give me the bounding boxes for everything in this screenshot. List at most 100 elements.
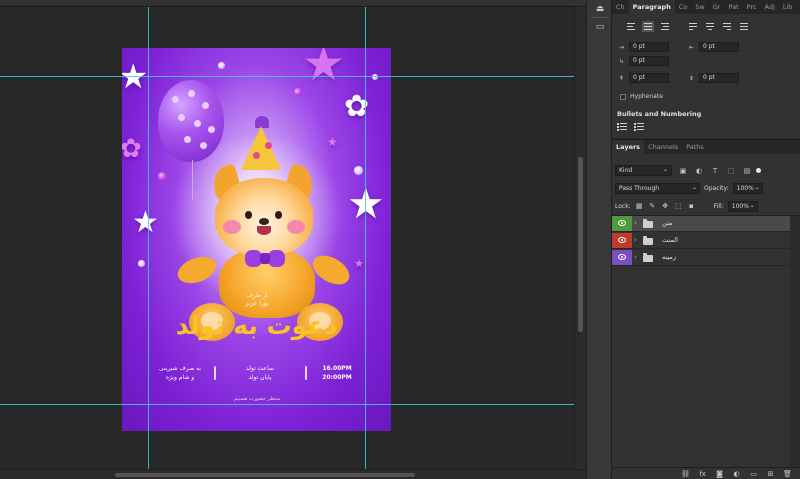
tab-layers[interactable]: Layers: [612, 140, 645, 154]
lock-image-icon[interactable]: ✎: [648, 202, 657, 211]
space-before-input[interactable]: 0 pt: [629, 73, 669, 83]
tab-patterns[interactable]: Pat: [724, 0, 742, 14]
bullets-icon[interactable]: [617, 122, 627, 132]
end-time: 20:00PM: [322, 374, 352, 381]
type-filter-icon[interactable]: T: [710, 166, 720, 176]
orb: [138, 260, 145, 267]
tab-paragraph[interactable]: Paragraph: [628, 0, 675, 14]
poster-artboard[interactable]: ★ ★ ✿ ✿ ★ ★ ★ ★ از طرف نورا عزیز دعوت به…: [122, 48, 391, 431]
start-label: ساعت تولد: [246, 365, 274, 372]
tab-adjustments[interactable]: Adj: [761, 0, 779, 14]
layer-name[interactable]: متن: [662, 219, 672, 227]
trash-icon[interactable]: 🗑: [783, 470, 792, 479]
guide-horizontal[interactable]: [0, 404, 574, 405]
visibility-toggle[interactable]: [612, 233, 632, 248]
bear-nose: [259, 218, 269, 225]
indent-right-input[interactable]: 0 pt: [699, 42, 739, 52]
layer-row-elements[interactable]: › المنت: [612, 233, 790, 249]
opacity-input[interactable]: 100%: [732, 183, 763, 194]
end-label: پایان تولد: [248, 374, 272, 381]
justify-last-right-icon[interactable]: [721, 21, 733, 32]
guide-horizontal[interactable]: [0, 76, 574, 77]
smart-object-filter-icon[interactable]: ▤: [742, 166, 752, 176]
chevron-right-icon[interactable]: ›: [634, 253, 637, 261]
eye-icon[interactable]: [618, 220, 626, 226]
filter-toggle[interactable]: [756, 168, 761, 173]
time-labels-column: ساعت تولد پایان تولد: [230, 364, 290, 382]
eye-icon[interactable]: [618, 254, 626, 260]
layer-name[interactable]: زمینه: [662, 253, 676, 261]
visibility-toggle[interactable]: [612, 216, 632, 231]
justify-last-center-icon[interactable]: [704, 21, 716, 32]
times-column: 16.00PM 20:00PM: [312, 364, 362, 382]
fx-icon[interactable]: fx: [698, 470, 707, 479]
tab-gradients[interactable]: Gr: [709, 0, 725, 14]
fill-input[interactable]: 100%: [727, 201, 758, 212]
from-line: از طرف: [246, 292, 268, 299]
note-line: و شام ویژه: [165, 374, 195, 381]
folder-icon: [643, 219, 653, 228]
tab-color[interactable]: Co: [675, 0, 692, 14]
eye-icon[interactable]: [618, 237, 626, 243]
scroll-thumb[interactable]: [115, 473, 415, 477]
space-before-field[interactable]: ⇞ 0 pt: [616, 73, 669, 83]
lock-label: Lock:: [615, 203, 631, 210]
tab-channels[interactable]: Channels: [644, 140, 682, 154]
adjustment-filter-icon[interactable]: ◐: [694, 166, 704, 176]
checkbox-box[interactable]: [620, 93, 626, 100]
indent-left-input[interactable]: 0 pt: [629, 42, 669, 52]
adjustment-layer-icon[interactable]: ◐: [732, 470, 741, 479]
star-icon: ★: [122, 57, 149, 97]
scroll-thumb[interactable]: [578, 157, 583, 332]
bear-head: [215, 178, 313, 256]
layers-scrollbar[interactable]: [790, 216, 800, 466]
shape-filter-icon[interactable]: ⬚: [726, 166, 736, 176]
lock-position-icon[interactable]: ✥: [661, 202, 670, 211]
indent-first-field[interactable]: ↳ 0 pt: [616, 56, 669, 66]
new-group-icon[interactable]: ▭: [749, 470, 758, 479]
space-after-input[interactable]: 0 pt: [699, 73, 739, 83]
filter-kind-select[interactable]: Kind: [615, 165, 672, 176]
orb: [294, 88, 302, 96]
bow-wing: [268, 250, 285, 267]
space-after-field[interactable]: ⇟ 0 pt: [686, 73, 739, 83]
lock-all-icon[interactable]: ▪: [687, 202, 696, 211]
align-left-icon[interactable]: [625, 21, 637, 32]
chevron-right-icon[interactable]: ›: [634, 236, 637, 244]
justify-last-left-icon[interactable]: [687, 21, 699, 32]
horizontal-scrollbar[interactable]: [0, 469, 586, 479]
layers-bottom-bar: ⛓ fx ◙ ◐ ▭ ⊞ 🗑: [612, 467, 800, 479]
layer-name[interactable]: المنت: [662, 236, 678, 244]
tab-paths[interactable]: Paths: [682, 140, 708, 154]
justify-all-icon[interactable]: [738, 21, 750, 32]
tab-character[interactable]: Ch: [612, 0, 629, 14]
align-center-icon[interactable]: [642, 21, 654, 32]
tab-libraries[interactable]: Lib: [779, 0, 797, 14]
pixel-filter-icon[interactable]: ▣: [678, 166, 688, 176]
visibility-toggle[interactable]: [612, 250, 632, 265]
blend-mode-select[interactable]: Pass Through: [615, 183, 700, 194]
indent-left-field[interactable]: ⇥ 0 pt: [616, 42, 669, 52]
new-layer-icon[interactable]: ⊞: [766, 470, 775, 479]
indent-first-input[interactable]: 0 pt: [629, 56, 669, 66]
numbering-icon[interactable]: [634, 122, 644, 132]
layer-row-background[interactable]: › زمینه: [612, 250, 790, 266]
comment-icon[interactable]: ▭: [594, 22, 606, 33]
vertical-scrollbar[interactable]: [574, 7, 585, 469]
align-right-icon[interactable]: [659, 21, 671, 32]
add-mask-icon[interactable]: ◙: [715, 470, 724, 479]
link-layers-icon[interactable]: ⛓: [681, 470, 690, 479]
lock-transparent-icon[interactable]: ▦: [635, 202, 644, 211]
layer-row-text[interactable]: › متن: [612, 216, 790, 232]
history-icon[interactable]: ⏏: [594, 4, 606, 15]
tab-swatches[interactable]: Sw: [691, 0, 708, 14]
chevron-right-icon[interactable]: ›: [634, 219, 637, 227]
tab-properties[interactable]: Prc: [743, 0, 761, 14]
space-after-icon: ⇟: [688, 74, 695, 82]
from-name: نورا عزیز: [245, 300, 269, 307]
lock-artboard-icon[interactable]: ⬚: [674, 202, 683, 211]
indent-right-field[interactable]: ⇤ 0 pt: [686, 42, 739, 52]
canvas-workspace[interactable]: ★ ★ ✿ ✿ ★ ★ ★ ★ از طرف نورا عزیز دعوت به…: [0, 0, 586, 479]
hyphenate-checkbox[interactable]: Hyphenate: [620, 93, 663, 100]
star-icon: ✿: [122, 134, 142, 164]
